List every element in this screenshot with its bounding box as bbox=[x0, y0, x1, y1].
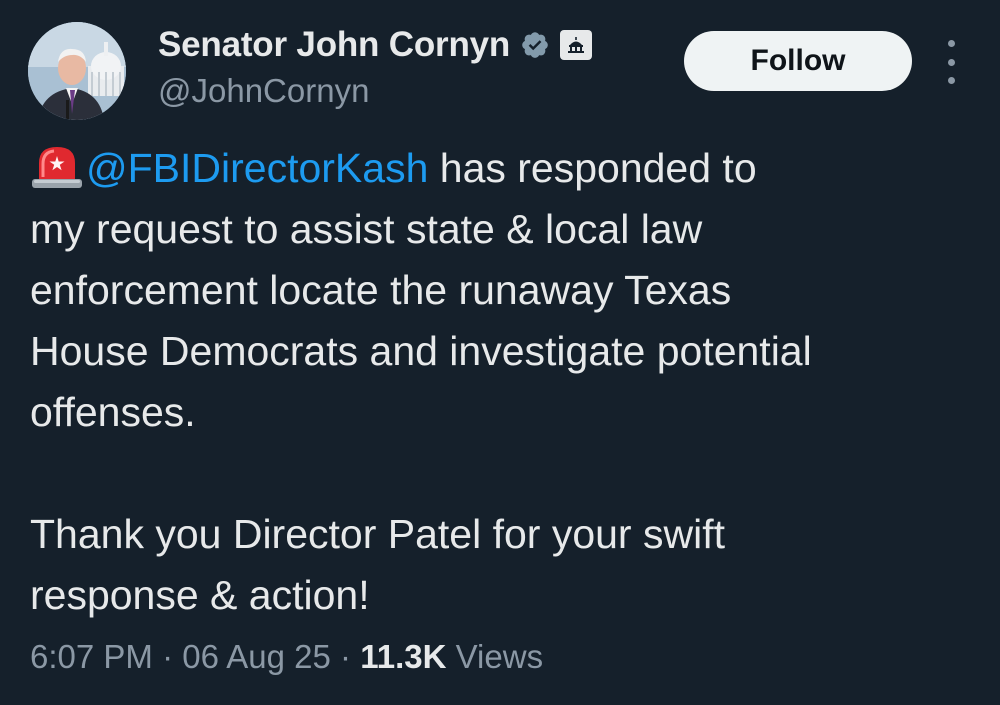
tweet-line-1: @FBIDirectorKash has responded to bbox=[30, 138, 980, 199]
mention-link[interactable]: @FBIDirectorKash bbox=[86, 145, 428, 191]
tweet-text: @FBIDirectorKash has responded to my req… bbox=[30, 138, 980, 626]
tweet-line-6: Thank you Director Patel for your swift bbox=[30, 511, 725, 557]
tweet-date[interactable]: 06 Aug 25 bbox=[182, 638, 331, 676]
follow-button[interactable]: Follow bbox=[684, 31, 912, 91]
more-dot bbox=[947, 58, 955, 66]
tweet-line-7: response & action! bbox=[30, 572, 370, 618]
author-display-name[interactable]: Senator John Cornyn bbox=[158, 25, 510, 65]
avatar-photo bbox=[28, 22, 126, 120]
tweet-time[interactable]: 6:07 PM bbox=[30, 638, 153, 676]
views-count[interactable]: 11.3K bbox=[360, 638, 446, 676]
verified-badge-icon[interactable] bbox=[520, 30, 550, 60]
views-label: Views bbox=[446, 638, 544, 675]
meta-separator: · bbox=[152, 638, 183, 675]
more-dot bbox=[947, 40, 955, 47]
author-handle[interactable]: @JohnCornyn bbox=[158, 72, 369, 110]
tweet-line-4: House Democrats and investigate potentia… bbox=[30, 328, 812, 374]
meta-separator: · bbox=[330, 638, 361, 675]
tweet-line-2: my request to assist state & local law bbox=[30, 206, 703, 252]
more-vertical-icon[interactable] bbox=[936, 40, 966, 84]
siren-icon bbox=[32, 147, 82, 188]
tweet-line-1-text: has responded to bbox=[428, 145, 757, 191]
avatar[interactable] bbox=[28, 22, 126, 120]
tweet-line-5: offenses. bbox=[30, 389, 196, 435]
more-dot bbox=[947, 77, 955, 84]
government-badge-icon[interactable] bbox=[560, 30, 593, 60]
capitol-icon bbox=[568, 37, 585, 53]
tweet-meta: 6:07 PM · 06 Aug 25 · 11.3K Views bbox=[30, 638, 543, 676]
tweet-line-3: enforcement locate the runaway Texas bbox=[30, 267, 732, 313]
author-name-row: Senator John Cornyn bbox=[158, 22, 593, 68]
